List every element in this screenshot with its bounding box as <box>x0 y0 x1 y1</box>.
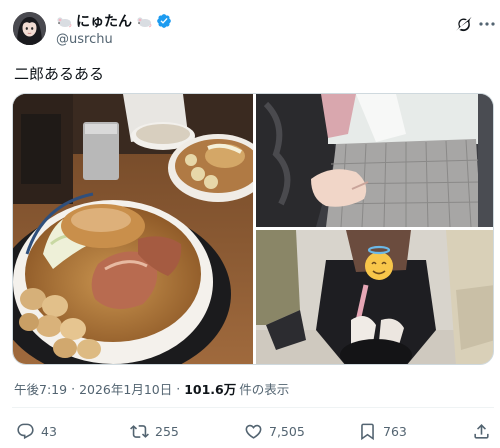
more-dots-icon <box>479 22 495 26</box>
grok-icon <box>456 16 472 32</box>
views-label: 件の表示 <box>239 382 290 397</box>
media-photo-torso[interactable] <box>256 94 493 227</box>
reply-button[interactable]: 43 <box>16 420 57 442</box>
media-photo-crouching[interactable] <box>256 230 493 364</box>
verified-badge-icon <box>156 13 172 29</box>
person-torso-photo-icon <box>256 94 493 227</box>
post-text: 二郎あるある <box>14 65 105 83</box>
reply-icon <box>17 423 34 439</box>
post-metadata: 午後7:19 · 2026年1月10日 · 101.6万 件の表示 <box>14 379 289 398</box>
repost-count: 255 <box>155 423 179 439</box>
meta-separator: · <box>176 381 181 396</box>
repost-button[interactable]: 255 <box>130 420 179 442</box>
media-grid <box>12 93 494 365</box>
repost-icon <box>130 424 149 438</box>
bookmark-count: 763 <box>383 423 407 439</box>
post-date[interactable]: 2026年1月10日 <box>79 379 172 398</box>
media-photo-ramen[interactable] <box>13 94 253 364</box>
mouse-emoji-icon <box>56 13 72 29</box>
grok-button[interactable] <box>452 13 474 35</box>
user-avatar-icon <box>13 12 46 45</box>
share-button[interactable] <box>472 420 491 442</box>
post-card: にゅたん @usrchu 二郎あるある 午後7:19 · 2026年1月10日 … <box>0 0 500 448</box>
like-count: 7,505 <box>269 423 305 439</box>
like-button[interactable]: 7,505 <box>244 420 305 442</box>
mouse-emoji-icon <box>136 13 152 29</box>
bookmark-button[interactable]: 763 <box>358 420 407 442</box>
author-handle[interactable]: @usrchu <box>56 32 113 47</box>
reply-count: 43 <box>41 423 57 439</box>
display-name[interactable]: にゅたん <box>76 11 132 31</box>
avatar[interactable] <box>13 12 46 45</box>
meta-separator: · <box>71 381 76 396</box>
person-crouching-photo-icon <box>256 230 493 364</box>
views-count[interactable]: 101.6万 <box>184 379 236 398</box>
bookmark-icon <box>361 423 374 440</box>
ramen-photo-icon <box>13 94 253 364</box>
post-time[interactable]: 午後7:19 <box>14 379 67 398</box>
heart-icon <box>245 424 262 439</box>
divider <box>12 407 494 408</box>
share-icon <box>474 423 489 439</box>
author-name-row[interactable]: にゅたん <box>56 11 172 31</box>
more-options-button[interactable] <box>478 13 496 35</box>
